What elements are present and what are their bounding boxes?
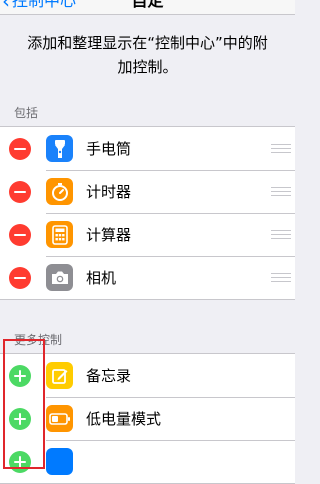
navbar-divider [0,14,295,15]
list-item: 手电筒 [0,127,295,170]
item-label: 备忘录 [86,366,132,385]
more-controls-list: 备忘录 低电量模式 [0,353,295,484]
list-item: 低电量模式 [0,397,295,440]
include-list: 手电筒 计时器 计算器 相机 [0,126,295,300]
notes-icon [46,362,73,389]
item-label: 计时器 [86,182,132,201]
reorder-handle[interactable] [271,187,291,196]
page-title: 自定 [131,0,164,10]
section-header-more: 更多控制 [14,333,63,347]
remove-button[interactable] [9,180,31,203]
item-label: 计算器 [86,225,132,244]
reorder-handle[interactable] [271,230,291,239]
list-item: 备忘录 [0,354,295,397]
item-label: 手电筒 [86,139,132,158]
app-icon [46,448,73,475]
battery-icon [46,405,73,432]
remove-button[interactable] [9,223,31,246]
remove-button[interactable] [9,137,31,160]
flashlight-icon [46,135,73,162]
add-button[interactable] [9,364,31,387]
add-button[interactable] [9,407,31,430]
reorder-handle[interactable] [271,273,291,282]
item-label: 相机 [86,268,117,287]
item-label: 低电量模式 [86,409,162,428]
list-item: 相机 [0,256,295,299]
description-text: 添加和整理显示在“控制中心”中的附加控制。 [27,34,268,76]
list-item: 计时器 [0,170,295,213]
camera-icon [46,264,73,291]
list-item [0,440,295,483]
remove-button[interactable] [9,266,31,289]
section-header-include: 包括 [14,106,39,120]
calculator-icon [46,221,73,248]
timer-icon [46,178,73,205]
navigation-bar: ‹ 控制中心 自定 [0,0,295,14]
list-item: 计算器 [0,213,295,256]
reorder-handle[interactable] [271,144,291,153]
